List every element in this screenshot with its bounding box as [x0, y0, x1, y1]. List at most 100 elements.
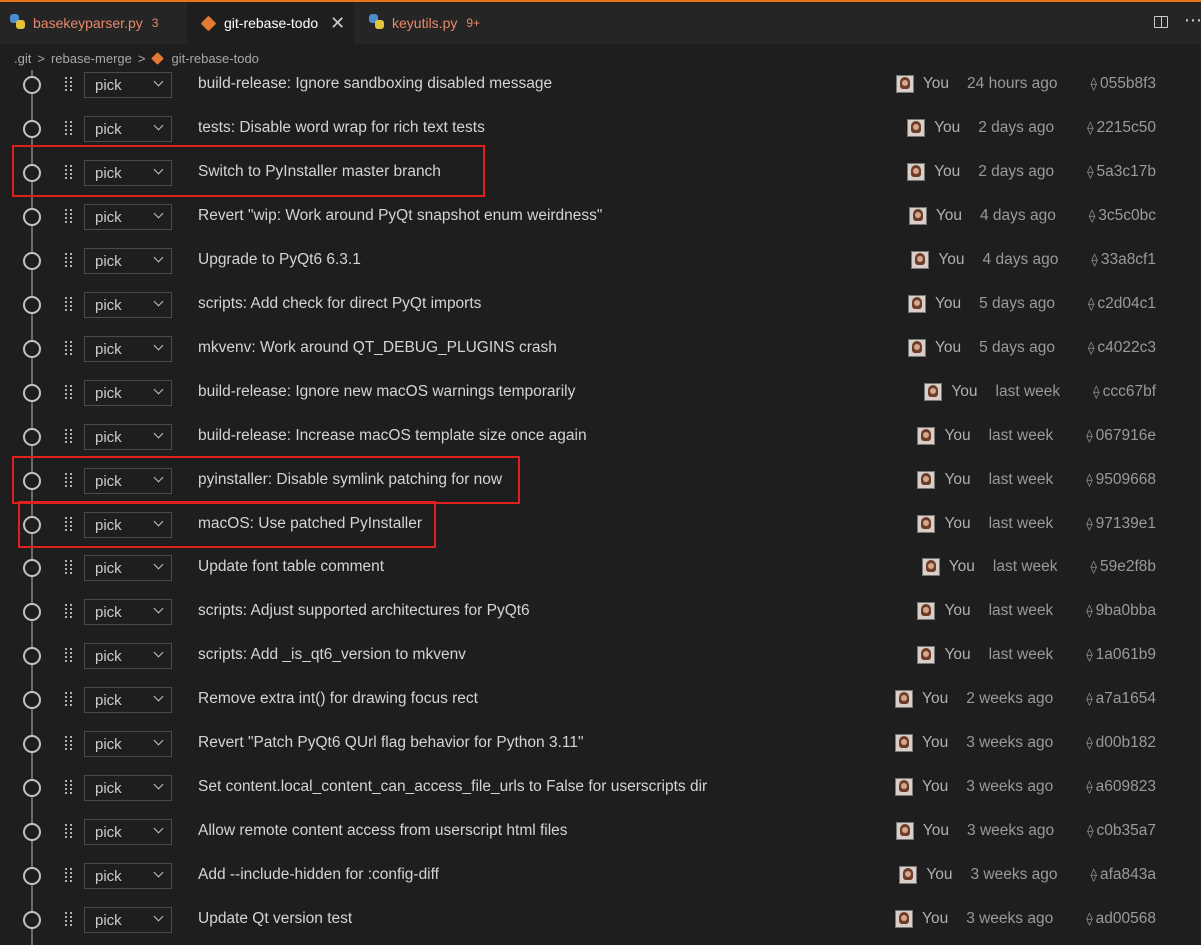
commit-hash[interactable]: 2215c50 — [1097, 119, 1156, 137]
commit-author: You — [922, 734, 949, 751]
git-commit-icon: ⟠ — [1086, 472, 1093, 487]
commit-message: scripts: Adjust supported architectures … — [198, 602, 530, 619]
commit-row[interactable]: pick mkvenv: Work around QT_DEBUG_PLUGINS… — [0, 327, 1201, 371]
action-select[interactable]: pick — [84, 336, 172, 362]
commit-row[interactable]: pick scripts: Add check for direct PyQt i… — [0, 283, 1201, 327]
avatar — [895, 778, 914, 796]
commit-hash[interactable]: 067916e — [1096, 427, 1156, 445]
action-select[interactable]: pick — [84, 775, 172, 801]
drag-handle-icon[interactable] — [64, 253, 74, 269]
commit-message: Update font table comment — [198, 558, 385, 575]
commit-author: You — [922, 75, 950, 92]
commit-date: 3 weeks ago — [970, 866, 1058, 883]
commit-row[interactable]: pick scripts: Add _is_qt6_version to mkve… — [0, 634, 1201, 678]
commit-row[interactable]: pick build-release: Ignore new macOS warn… — [0, 371, 1201, 415]
tab-basekeyparser[interactable]: basekeyparser.py 3 — [0, 2, 186, 44]
commit-row[interactable]: pick scripts: Adjust supported architectu… — [0, 590, 1201, 634]
commit-hash[interactable]: 055b8f3 — [1100, 75, 1156, 93]
drag-handle-icon[interactable] — [64, 77, 74, 93]
commit-hash[interactable]: c4022c3 — [1097, 339, 1156, 357]
commit-date: 2 weeks ago — [966, 690, 1054, 707]
action-value: pick — [95, 823, 122, 841]
split-editor-icon[interactable] — [1154, 16, 1168, 28]
action-select[interactable]: pick — [84, 72, 172, 98]
commit-row[interactable]: pick Revert "Patch PyQt6 QUrl flag behavi… — [0, 722, 1201, 766]
drag-handle-icon[interactable] — [64, 341, 74, 357]
commit-message: Revert "Patch PyQt6 QUrl flag behavior f… — [198, 734, 584, 751]
commit-row[interactable]: pick build-release: Ignore sandboxing dis… — [0, 63, 1201, 107]
commit-hash[interactable]: 1a061b9 — [1096, 646, 1156, 664]
action-select[interactable]: pick — [84, 687, 172, 713]
commit-hash[interactable]: d00b182 — [1096, 734, 1156, 752]
commit-hash[interactable]: 5a3c17b — [1097, 163, 1156, 181]
chevron-down-icon — [153, 296, 164, 307]
commit-row[interactable]: pick Upgrade to PyQt6 6.3.1 You 4 days ago ⟠… — [0, 239, 1201, 283]
avatar — [899, 866, 918, 884]
drag-handle-icon[interactable] — [64, 780, 74, 796]
tab-label: basekeyparser.py — [33, 15, 143, 31]
commit-row[interactable]: pick Update Qt version test You 3 weeks ago… — [0, 898, 1201, 942]
action-select[interactable]: pick — [84, 292, 172, 318]
drag-handle-icon[interactable] — [64, 648, 74, 664]
commit-hash[interactable]: 9509668 — [1096, 471, 1156, 489]
commit-hash[interactable]: ccc67bf — [1103, 383, 1156, 401]
commit-hash[interactable]: c2d04c1 — [1097, 295, 1156, 313]
commit-message: tests: Disable word wrap for rich text t… — [198, 119, 485, 136]
drag-handle-icon[interactable] — [64, 736, 74, 752]
commit-message: build-release: Increase macOS template s… — [198, 427, 587, 444]
commit-hash[interactable]: ad00568 — [1096, 910, 1156, 928]
commit-row[interactable]: pick Set content.local_content_can_access… — [0, 766, 1201, 810]
action-select[interactable]: pick — [84, 863, 172, 889]
drag-handle-icon[interactable] — [64, 385, 74, 401]
drag-handle-icon[interactable] — [64, 429, 74, 445]
commit-meta: You last week ⟠ 1a061b9 — [917, 646, 1156, 664]
avatar — [895, 822, 914, 840]
commit-hash[interactable]: 9ba0bba — [1096, 602, 1156, 620]
drag-handle-icon[interactable] — [64, 121, 74, 137]
commit-hash[interactable]: 97139e1 — [1096, 515, 1156, 533]
action-select[interactable]: pick — [84, 204, 172, 230]
close-icon[interactable]: ✕ — [330, 13, 345, 34]
commit-node-icon — [23, 340, 41, 358]
commit-hash[interactable]: c0b35a7 — [1097, 822, 1156, 840]
commit-hash[interactable]: 33a8cf1 — [1101, 251, 1156, 269]
drag-handle-icon[interactable] — [64, 560, 74, 576]
commit-hash[interactable]: 3c5c0bc — [1098, 207, 1156, 225]
action-select[interactable]: pick — [84, 116, 172, 142]
action-select[interactable]: pick — [84, 599, 172, 625]
commit-row[interactable]: pick Update font table comment You last wee… — [0, 546, 1201, 590]
drag-handle-icon[interactable] — [64, 868, 74, 884]
drag-handle-icon[interactable] — [64, 297, 74, 313]
commit-hash[interactable]: a609823 — [1096, 778, 1156, 796]
action-select[interactable]: pick — [84, 731, 172, 757]
commit-row[interactable]: pick build-release: Increase macOS templa… — [0, 415, 1201, 459]
action-select[interactable]: pick — [84, 819, 172, 845]
commit-row[interactable]: pick Revert "wip: Work around PyQt snapsh… — [0, 195, 1201, 239]
commit-row[interactable]: pick Allow remote content access from use… — [0, 810, 1201, 854]
tab-keyutils[interactable]: keyutils.py 9+ — [355, 2, 495, 44]
more-actions-icon[interactable]: ⋯ — [1184, 10, 1201, 31]
commit-row[interactable]: pick Add --include-hidden for :config-dif… — [0, 854, 1201, 898]
tab-git-rebase-todo[interactable]: git-rebase-todo ✕ — [187, 2, 354, 44]
action-value: pick — [95, 340, 122, 358]
commit-hash[interactable]: a7a1654 — [1096, 690, 1156, 708]
commit-hash[interactable]: 59e2f8b — [1100, 558, 1156, 576]
chevron-down-icon — [153, 691, 164, 702]
action-select[interactable]: pick — [84, 424, 172, 450]
git-commit-icon: ⟠ — [1090, 76, 1097, 91]
commit-date: last week — [988, 427, 1054, 444]
action-select[interactable]: pick — [84, 248, 172, 274]
drag-handle-icon[interactable] — [64, 604, 74, 620]
drag-handle-icon[interactable] — [64, 692, 74, 708]
git-commit-icon: ⟠ — [1087, 340, 1095, 355]
commit-hash[interactable]: afa843a — [1100, 866, 1156, 884]
commit-row[interactable]: pick Remove extra int() for drawing focus… — [0, 678, 1201, 722]
drag-handle-icon[interactable] — [64, 824, 74, 840]
action-select[interactable]: pick — [84, 380, 172, 406]
action-select[interactable]: pick — [84, 643, 172, 669]
action-select[interactable]: pick — [84, 907, 172, 933]
commit-node-icon — [23, 823, 41, 841]
drag-handle-icon[interactable] — [64, 209, 74, 225]
drag-handle-icon[interactable] — [64, 912, 74, 928]
action-select[interactable]: pick — [84, 555, 172, 581]
